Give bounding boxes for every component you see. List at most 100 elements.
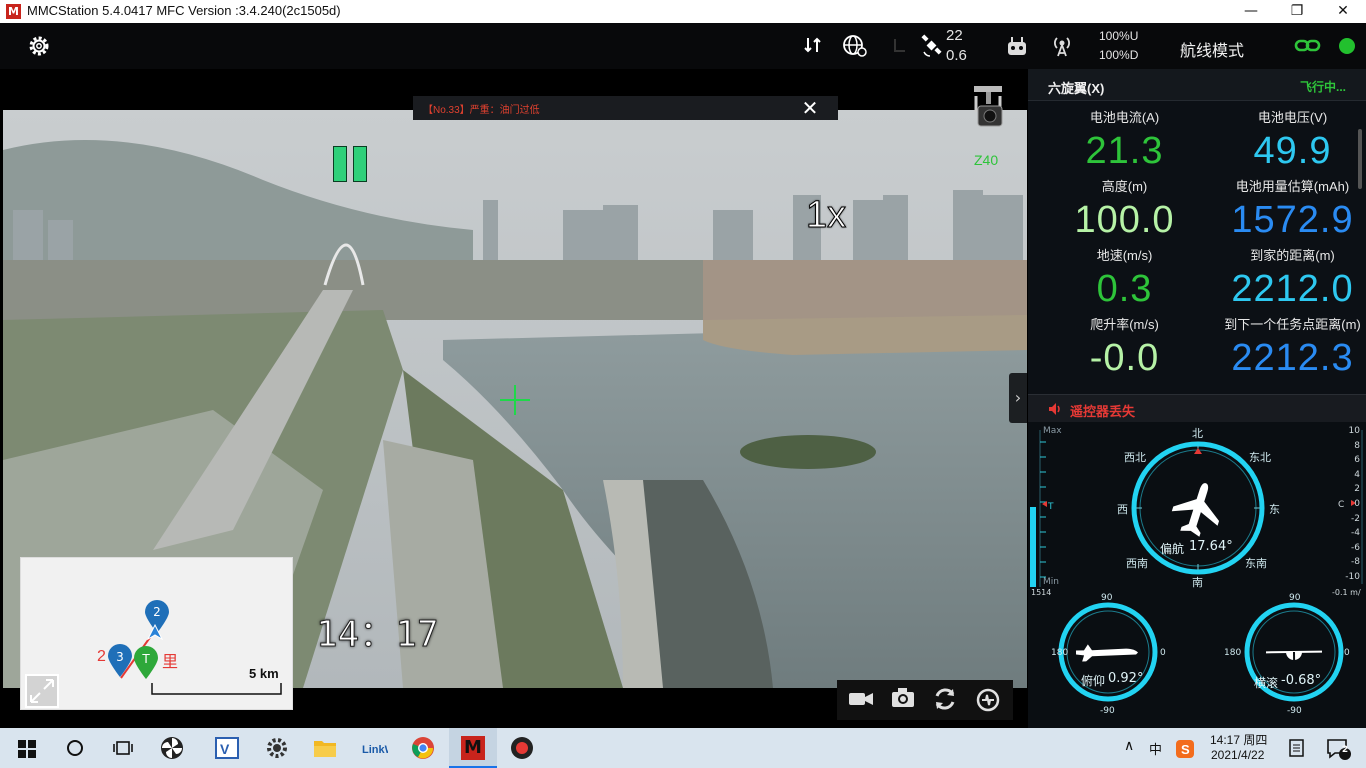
close-button[interactable]: ✕ xyxy=(1320,0,1366,23)
clock-date[interactable]: 2021/4/22 xyxy=(1211,748,1264,762)
warning-message-text: 【No.33】严重：油门过低 xyxy=(423,105,540,116)
camera-photo-icon[interactable] xyxy=(890,686,916,710)
mini-map[interactable]: 2 2 里 3 T 5 km xyxy=(20,557,293,710)
hdop-value: 0.6 xyxy=(946,47,967,64)
map-scale-bar xyxy=(151,683,282,695)
globe-settings-icon[interactable] xyxy=(842,34,868,58)
vertical-speed-tick-label: 6 xyxy=(1354,455,1360,466)
settings-app-icon[interactable] xyxy=(263,734,291,762)
compass-northwest: 西北 xyxy=(1124,451,1146,464)
vertical-speed-tick-label: 10 xyxy=(1348,426,1360,436)
metric-label: 电池用量估算(mAh) xyxy=(1235,179,1350,194)
vertical-speed-c-label: C xyxy=(1338,500,1345,510)
clock-time[interactable]: 14:17 周四 xyxy=(1210,731,1267,748)
close-message-icon[interactable]: ✕ xyxy=(799,96,821,120)
mmcstation-app-icon: M xyxy=(461,736,485,760)
vertical-speed-tick-label: -8 xyxy=(1351,557,1360,568)
telemetry-panel: 六旋翼(X) 飞行中... 电池电流(A) 21.3 电池电压(V) 49.9 高度(m… xyxy=(1028,69,1366,728)
alarm-text: 遥控器丢失 xyxy=(1070,404,1136,419)
map-expand-button[interactable] xyxy=(25,674,59,708)
connection-status-dot xyxy=(1339,38,1355,54)
task-view-icon[interactable] xyxy=(113,739,133,757)
link-upload-quality: 100%U xyxy=(1099,29,1139,43)
roll-bottom-label: -90 xyxy=(1287,706,1302,716)
top-toolbar: 22 0.6 100%U 100%D 航线模式 xyxy=(0,23,1366,69)
upload-download-icon[interactable] xyxy=(803,35,823,55)
roll-left-label: 180 xyxy=(1224,648,1242,658)
sogou-ime-icon[interactable]: S xyxy=(1175,739,1195,759)
panel-expand-tab[interactable]: › xyxy=(1009,373,1027,423)
tray-overflow-icon[interactable]: ∧ xyxy=(1124,738,1134,754)
metric-label: 地速(m/s) xyxy=(1096,248,1153,263)
visio-app-icon[interactable]: V xyxy=(213,734,241,762)
minimize-button[interactable]: — xyxy=(1228,0,1274,23)
map-distance-suffix: 里 xyxy=(162,654,179,671)
metric-label: 爬升率(m/s) xyxy=(1090,317,1159,332)
compass-northeast: 东北 xyxy=(1249,451,1271,464)
pause-recording-icon[interactable] xyxy=(333,146,369,182)
pinwheel-app-icon[interactable] xyxy=(158,734,186,762)
windows-taskbar: V LinkW M ∧ 中 S 14:17 周四 2021/4/22 2 xyxy=(0,728,1366,768)
gimbal-mode-icon[interactable] xyxy=(974,686,1002,714)
compass-east: 东 xyxy=(1269,503,1280,516)
map-distance-prefix: 2 xyxy=(97,648,106,665)
metric-label: 到下一个任务点距离(m) xyxy=(1224,317,1361,332)
gimbal-model-label: Z40 xyxy=(974,152,999,168)
speaker-alert-icon xyxy=(1049,403,1060,415)
notes-icon[interactable] xyxy=(1288,739,1306,757)
metric-label: 电池电流(A) xyxy=(1089,110,1160,125)
metric-value: 2212.0 xyxy=(1231,268,1354,310)
flight-status: 飞行中... xyxy=(1300,80,1347,94)
vertical-speed-tick-label: -10 xyxy=(1345,572,1360,582)
video-time-overlay: 14：17 xyxy=(316,614,440,656)
vertical-speed-tick-label: -6 xyxy=(1351,542,1360,553)
linkw-app-icon[interactable]: LinkW xyxy=(360,734,388,762)
panel-scrollbar[interactable] xyxy=(1358,129,1362,189)
flight-mode[interactable]: 航线模式 xyxy=(1180,37,1244,61)
expand-arrows-icon xyxy=(30,679,54,703)
waypoint-2-label: 2 xyxy=(153,605,161,619)
home-point-label: T xyxy=(142,652,150,666)
compass-south: 南 xyxy=(1192,576,1203,589)
title-bar: M MMCStation 5.4.0417 MFC Version :3.4.2… xyxy=(0,0,1366,23)
vehicle-type: 六旋翼(X) xyxy=(1048,81,1105,96)
compass-west: 西 xyxy=(1117,503,1128,516)
svg-text:S: S xyxy=(1181,742,1190,757)
alarm-bar: 遥控器丢失 xyxy=(1028,394,1366,422)
antenna-icon xyxy=(1054,37,1070,57)
link-connected-icon[interactable] xyxy=(1294,37,1322,55)
altitude-min-label: Min xyxy=(1043,577,1059,587)
file-explorer-icon[interactable] xyxy=(311,734,339,762)
metric-label: 高度(m) xyxy=(1101,179,1148,194)
input-method-indicator[interactable]: 中 xyxy=(1149,739,1162,758)
video-record-icon[interactable] xyxy=(847,688,875,710)
gimbal-camera-icon[interactable] xyxy=(966,82,1010,136)
pitch-gauge xyxy=(1058,602,1158,702)
settings-gear-icon[interactable] xyxy=(27,34,51,58)
window-title: MMCStation 5.4.0417 MFC Version :3.4.240… xyxy=(27,3,341,18)
metric-value: 2212.3 xyxy=(1231,337,1354,379)
chrome-browser-icon[interactable] xyxy=(409,734,437,762)
screen-recorder-icon[interactable] xyxy=(508,734,536,762)
zoom-level: 1x xyxy=(805,194,847,237)
satellite-count: 22 xyxy=(946,27,963,44)
taskbar-active-app[interactable]: M xyxy=(449,728,497,768)
pitch-right-label: 0 xyxy=(1160,648,1166,658)
instruments-area: Max T Min 1514 10 8 6 4 2 0 -2 -4 -6 -8 -10 C -0.1… xyxy=(1028,422,1366,728)
metric-value: 21.3 xyxy=(1085,130,1164,172)
altitude-scale xyxy=(1030,430,1047,587)
yaw-label: 偏航 xyxy=(1160,542,1185,556)
crosshair-icon xyxy=(500,385,530,415)
windows-start-icon[interactable] xyxy=(18,740,36,758)
vertical-speed-value-label: -0.1 m/ xyxy=(1332,588,1361,597)
maximize-button[interactable]: ❐ xyxy=(1274,0,1320,23)
video-controls xyxy=(837,680,1013,720)
compass-southwest: 西南 xyxy=(1126,557,1148,570)
gimbal-reset-icon[interactable] xyxy=(932,686,958,712)
altitude-target-label: T xyxy=(1048,502,1054,512)
metric-value: 49.9 xyxy=(1253,130,1332,172)
link-download-quality: 100%D xyxy=(1099,48,1139,62)
metric-label: 到家的距离(m) xyxy=(1250,248,1335,263)
metric-value: 1572.9 xyxy=(1231,199,1354,241)
search-circle-icon[interactable] xyxy=(66,739,84,757)
